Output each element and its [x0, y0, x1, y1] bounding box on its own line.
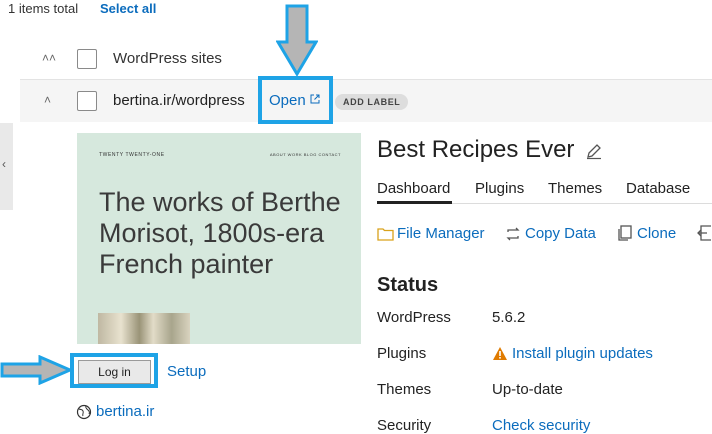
down-arrow-annotation — [276, 4, 318, 76]
tab-themes[interactable]: Themes — [548, 180, 602, 197]
right-arrow-annotation — [0, 355, 72, 385]
thumbnail-nav: ABOUT WORK BLOG CONTACT — [269, 152, 341, 157]
file-manager-button[interactable]: File Manager — [397, 225, 485, 242]
pencil-icon[interactable] — [585, 142, 603, 160]
tab-database[interactable]: Database — [626, 180, 690, 197]
status-value-wordpress: 5.6.2 — [492, 309, 526, 326]
copy-data-button[interactable]: Copy Data — [525, 225, 596, 242]
login-button[interactable]: Log in — [78, 360, 151, 384]
thumbnail-heading: The works of Berthe Morisot, 1800s-era F… — [99, 187, 341, 279]
status-heading: Status — [377, 274, 439, 296]
group-label: WordPress sites — [113, 50, 222, 67]
thumbnail-brand: TWENTY TWENTY-ONE — [99, 152, 165, 158]
setup-link[interactable]: Setup — [167, 363, 206, 380]
tab-plugins[interactable]: Plugins — [475, 180, 524, 197]
add-label-button[interactable]: ADD LABEL — [335, 94, 409, 110]
site-url: bertina.ir/wordpress — [113, 92, 245, 109]
chevron-up-icon[interactable]: ˄ — [44, 93, 51, 107]
sidebar-collapse-tab[interactable]: ‹ — [0, 123, 13, 210]
clone-icon — [618, 225, 632, 241]
copy-data-icon — [506, 227, 520, 241]
clone-button[interactable]: Clone — [637, 225, 676, 242]
status-label-security: Security — [377, 417, 432, 434]
warning-icon — [493, 347, 507, 360]
chevron-left-icon: ‹ — [2, 157, 6, 171]
thumbnail-painting — [98, 313, 190, 344]
check-security-link[interactable]: Check security — [492, 417, 590, 434]
select-all-link[interactable]: Select all — [100, 1, 156, 16]
active-tab-indicator — [377, 201, 452, 204]
globe-icon — [76, 404, 92, 420]
tab-dashboard[interactable]: Dashboard — [377, 180, 450, 197]
status-label-plugins: Plugins — [377, 345, 427, 362]
site-title: Best Recipes Ever — [377, 136, 575, 163]
items-total-text: 1 items total — [8, 1, 79, 16]
status-value-themes: Up-to-date — [492, 381, 563, 398]
more-tools-icon[interactable] — [697, 224, 712, 242]
folder-icon — [377, 228, 394, 241]
domain-link[interactable]: bertina.ir — [96, 403, 154, 420]
site-thumbnail[interactable]: TWENTY TWENTY-ONE ABOUT WORK BLOG CONTAC… — [77, 133, 361, 344]
install-plugin-updates-link[interactable]: Install plugin updates — [512, 345, 653, 362]
status-label-themes: Themes — [377, 381, 432, 398]
collapse-all-icon[interactable]: ˄˄ — [42, 51, 56, 65]
open-highlight-box — [258, 76, 333, 124]
site-checkbox[interactable] — [77, 91, 97, 111]
status-label-wordpress: WordPress — [377, 309, 451, 326]
group-checkbox[interactable] — [77, 49, 97, 69]
